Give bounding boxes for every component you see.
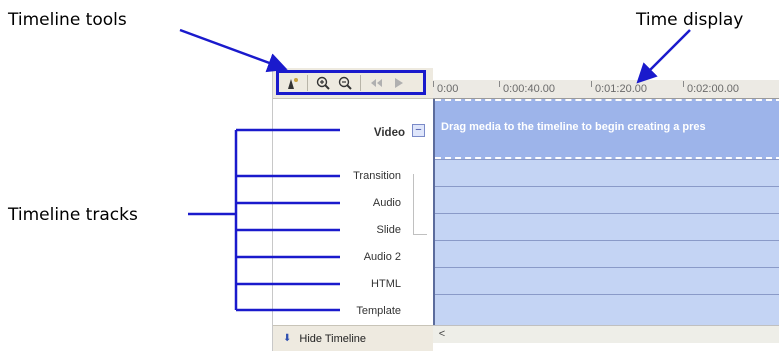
timeline-tracks-callout: Timeline tracks <box>8 205 138 225</box>
track-group-line <box>413 234 427 235</box>
timeline-panel: 0:00 0:00:40.00 0:01:20.00 0:02:00.00 Vi… <box>272 68 779 351</box>
timeline-tracks-area[interactable]: Drag media to the timeline to begin crea… <box>433 99 779 325</box>
ruler-tick <box>591 81 592 87</box>
time-display-callout: Time display <box>636 10 744 30</box>
track-group-line <box>413 174 414 234</box>
ruler-tick <box>683 81 684 87</box>
track-labels: Video − Transition Audio Slide Audio 2 H… <box>273 99 433 325</box>
track-divider <box>435 213 779 214</box>
toolbar-separator <box>307 74 308 91</box>
ruler-label: 0:01:20.00 <box>595 83 647 95</box>
play-icon[interactable] <box>389 74 407 92</box>
track-divider <box>435 159 779 160</box>
hide-timeline-label: Hide Timeline <box>299 332 367 345</box>
timeline-tools-callout: Timeline tools <box>8 10 127 30</box>
ruler-label: 0:00:40.00 <box>503 83 555 95</box>
video-track-message: Drag media to the timeline to begin crea… <box>441 121 706 133</box>
add-narration-icon[interactable] <box>283 74 301 92</box>
track-label-transition: Transition <box>353 170 401 182</box>
timeline-tools-highlight <box>276 70 426 95</box>
rewind-icon[interactable] <box>367 74 385 92</box>
zoom-in-icon[interactable] <box>314 74 332 92</box>
toolbar-separator <box>360 74 361 91</box>
track-label-template: Template <box>356 305 401 317</box>
track-label-audio2: Audio 2 <box>363 251 401 263</box>
ruler-tick <box>433 81 434 87</box>
video-track[interactable]: Drag media to the timeline to begin crea… <box>435 99 779 159</box>
horizontal-scrollbar[interactable]: < <box>433 325 779 343</box>
track-label-slide: Slide <box>376 224 401 236</box>
timeline-toolbar <box>273 68 433 99</box>
tools-callout-arrow <box>179 28 288 73</box>
time-ruler[interactable]: 0:00 0:00:40.00 0:01:20.00 0:02:00.00 <box>433 80 779 99</box>
ruler-label: 0:00 <box>437 83 459 95</box>
track-divider <box>435 267 779 268</box>
track-label-html: HTML <box>371 278 401 290</box>
track-label-audio: Audio <box>372 197 401 209</box>
ruler-tick <box>499 81 500 87</box>
hide-timeline-button[interactable]: ⬇ Hide Timeline <box>273 325 433 351</box>
scroll-left-icon[interactable]: < <box>435 327 449 341</box>
track-divider <box>435 294 779 295</box>
track-divider <box>435 240 779 241</box>
arrow-down-icon: ⬇ <box>283 333 292 344</box>
track-label-video: Video <box>373 127 405 139</box>
zoom-out-icon[interactable] <box>336 74 354 92</box>
track-divider <box>435 186 779 187</box>
ruler-label: 0:02:00.00 <box>687 83 739 95</box>
collapse-video-button[interactable]: − <box>412 124 425 137</box>
